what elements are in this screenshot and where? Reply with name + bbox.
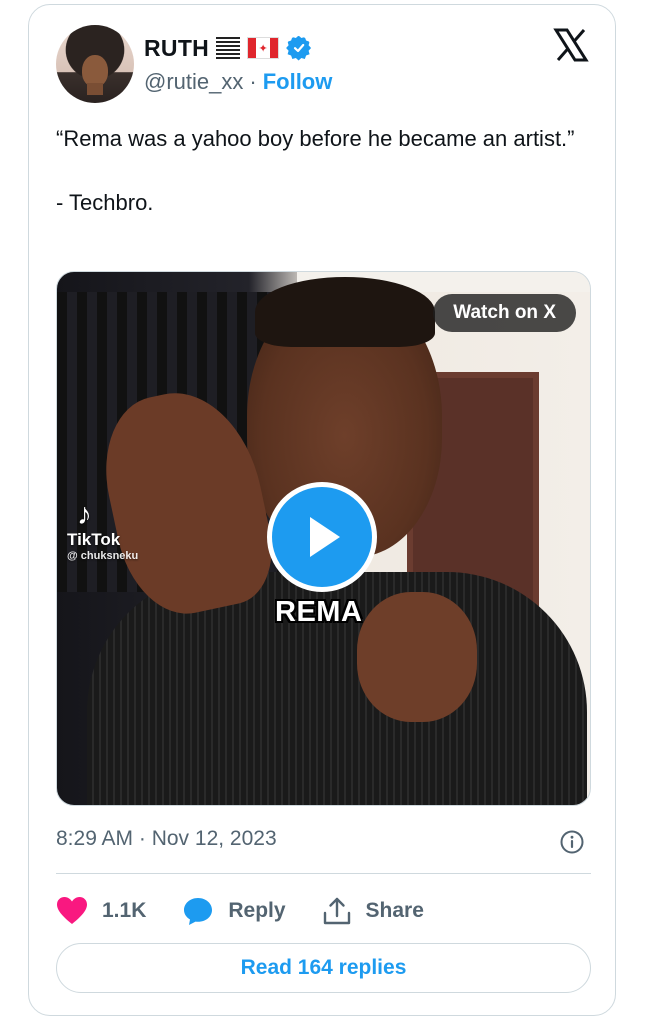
like-button[interactable]: 1.1K (56, 896, 146, 926)
avatar-neck (87, 83, 103, 95)
video-person-hair (255, 277, 435, 347)
heart-icon (57, 897, 87, 924)
tiktok-watermark: ♪ TikTok @ chuksneku (67, 498, 139, 563)
author-handle-row: @rutie_xx · Follow (144, 69, 332, 95)
like-count: 1.1K (102, 899, 147, 922)
play-button[interactable] (267, 482, 377, 592)
play-icon (310, 517, 340, 557)
action-bar: 1.1K Reply Share (56, 889, 460, 933)
tweet-timestamp[interactable]: 8:29 AM · Nov 12, 2023 (56, 827, 277, 851)
verified-badge-icon[interactable] (286, 35, 312, 61)
author-name-row: RUTH ✦ (144, 33, 312, 63)
chat-bubble-icon (184, 898, 213, 925)
tiktok-logo-icon: ♪ (77, 498, 92, 531)
watch-on-x-button[interactable]: Watch on X (433, 294, 576, 332)
video-media[interactable]: Watch on X ♪ TikTok @ chuksneku REMA (56, 271, 591, 806)
share-label: Share (365, 899, 424, 922)
x-logo-icon[interactable] (553, 27, 589, 63)
canada-flag-icon: ✦ (247, 37, 280, 59)
tiktok-username: @ chuksneku (67, 550, 139, 562)
reply-button[interactable]: Reply (182, 896, 286, 926)
share-upload-icon (323, 897, 350, 925)
tweet-text: “Rema was a yahoo boy before he became a… (56, 126, 575, 215)
reply-label: Reply (228, 899, 286, 922)
author-name[interactable]: RUTH (144, 35, 209, 62)
author-avatar[interactable] (56, 25, 134, 103)
flag-stripes-icon (216, 37, 241, 59)
read-replies-button[interactable]: Read 164 replies (56, 943, 591, 993)
share-button[interactable]: Share (322, 896, 424, 926)
info-icon[interactable] (559, 829, 585, 855)
follow-button[interactable]: Follow (263, 69, 333, 95)
video-person-hand-2 (357, 592, 477, 722)
tweet-card[interactable]: RUTH ✦ @rutie_xx · Follow “Rema was a ya… (28, 4, 616, 1016)
video-caption: REMA (275, 596, 363, 628)
author-handle[interactable]: @rutie_xx (144, 69, 243, 95)
divider (56, 873, 591, 874)
tiktok-brand: TikTok (67, 530, 121, 549)
separator-dot: · (249, 69, 257, 94)
